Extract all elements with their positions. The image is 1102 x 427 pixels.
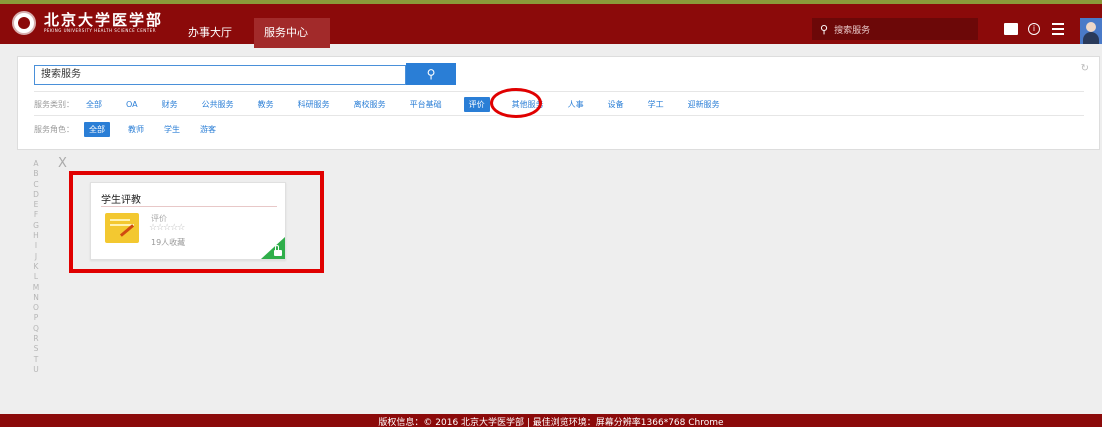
search-icon: ⚲ xyxy=(820,22,829,36)
alpha-letter[interactable]: T xyxy=(30,355,42,365)
category-academic[interactable]: 教务 xyxy=(256,99,276,110)
alpha-letter[interactable]: M xyxy=(30,283,42,293)
alpha-letter[interactable]: N xyxy=(30,293,42,303)
alpha-letter[interactable]: I xyxy=(30,241,42,251)
role-all[interactable]: 全部 xyxy=(84,121,110,137)
category-evaluation[interactable]: 评价 xyxy=(463,96,490,112)
alpha-letter[interactable]: D xyxy=(30,190,42,200)
category-leaving-school[interactable]: 离校服务 xyxy=(352,99,388,110)
alpha-letter[interactable]: A xyxy=(30,159,42,169)
search-icon: ⚲ xyxy=(426,67,436,81)
alpha-letter[interactable]: R xyxy=(30,334,42,344)
alpha-letter[interactable]: J xyxy=(30,252,42,262)
category-freshman[interactable]: 迎新服务 xyxy=(686,99,722,110)
role-filter-row: 服务角色： 全部 教师 学生 游客 xyxy=(34,121,234,137)
alpha-letter[interactable]: G xyxy=(30,221,42,231)
category-label: 服务类别： xyxy=(34,99,74,109)
alpha-letter[interactable]: U xyxy=(30,365,42,375)
avatar[interactable] xyxy=(1080,18,1102,44)
service-search-input[interactable]: 搜索服务 xyxy=(34,65,406,85)
role-visitor[interactable]: 游客 xyxy=(198,124,218,135)
highlight-rectangle-annotation xyxy=(69,171,324,273)
tab-service-center[interactable]: 服务中心 xyxy=(254,18,330,48)
category-platform[interactable]: 平台基础 xyxy=(408,99,444,110)
category-equipment[interactable]: 设备 xyxy=(606,99,626,110)
alpha-letter[interactable]: F xyxy=(30,210,42,220)
top-search-input[interactable]: ⚲ 搜索服务 xyxy=(812,18,978,40)
logo-subtitle: PEKING UNIVERSITY HEALTH SCIENCE CENTER xyxy=(44,28,156,33)
alpha-letter[interactable]: B xyxy=(30,169,42,179)
category-oa[interactable]: OA xyxy=(124,100,140,109)
close-icon[interactable]: X xyxy=(58,157,67,171)
top-navigation-bar: 北京大学医学部 PEKING UNIVERSITY HEALTH SCIENCE… xyxy=(0,4,1102,48)
alpha-letter[interactable]: H xyxy=(30,231,42,241)
alphabet-index: A B C D E F G H I J K L M N O P Q R S T … xyxy=(30,159,42,375)
menu-icon[interactable] xyxy=(1052,23,1064,35)
logo-title: 北京大学医学部 xyxy=(44,11,164,29)
top-search-placeholder: 搜索服务 xyxy=(834,25,871,36)
category-finance[interactable]: 财务 xyxy=(160,99,180,110)
alpha-letter[interactable]: Q xyxy=(30,324,42,334)
role-teacher[interactable]: 教师 xyxy=(126,124,146,135)
search-button[interactable]: ⚲ xyxy=(406,63,456,85)
alpha-letter[interactable]: P xyxy=(30,313,42,323)
category-filter-row: 服务类别： 全部 OA 财务 公共服务 教务 科研服务 离校服务 平台基础 评价… xyxy=(34,96,742,112)
role-label: 服务角色： xyxy=(34,124,74,134)
seal-icon xyxy=(12,11,36,35)
role-student[interactable]: 学生 xyxy=(162,124,182,135)
message-icon[interactable] xyxy=(1004,23,1018,35)
info-icon[interactable]: i xyxy=(1028,23,1040,35)
tab-office-hall[interactable]: 办事大厅 xyxy=(176,18,244,48)
alpha-letter[interactable]: L xyxy=(30,272,42,282)
divider xyxy=(34,91,1084,92)
category-student-affairs[interactable]: 学工 xyxy=(646,99,666,110)
footer: 版权信息：© 2016 北京大学医学部 | 最佳浏览环境：屏幕分辨率1366*7… xyxy=(0,414,1102,427)
filter-panel: 搜索服务 ⚲ ↻ 服务类别： 全部 OA 财务 公共服务 教务 科研服务 离校服… xyxy=(17,56,1100,150)
highlight-circle-annotation xyxy=(490,88,542,118)
alpha-letter[interactable]: E xyxy=(30,200,42,210)
alpha-letter[interactable]: C xyxy=(30,180,42,190)
category-research[interactable]: 科研服务 xyxy=(296,99,332,110)
alpha-letter[interactable]: S xyxy=(30,344,42,354)
category-all[interactable]: 全部 xyxy=(84,99,104,110)
category-hr[interactable]: 人事 xyxy=(566,99,586,110)
alpha-letter[interactable]: K xyxy=(30,262,42,272)
divider xyxy=(34,115,1084,116)
category-public-service[interactable]: 公共服务 xyxy=(200,99,236,110)
university-logo[interactable]: 北京大学医学部 PEKING UNIVERSITY HEALTH SCIENCE… xyxy=(12,11,163,35)
refresh-icon[interactable]: ↻ xyxy=(1081,63,1089,74)
alpha-letter[interactable]: O xyxy=(30,303,42,313)
